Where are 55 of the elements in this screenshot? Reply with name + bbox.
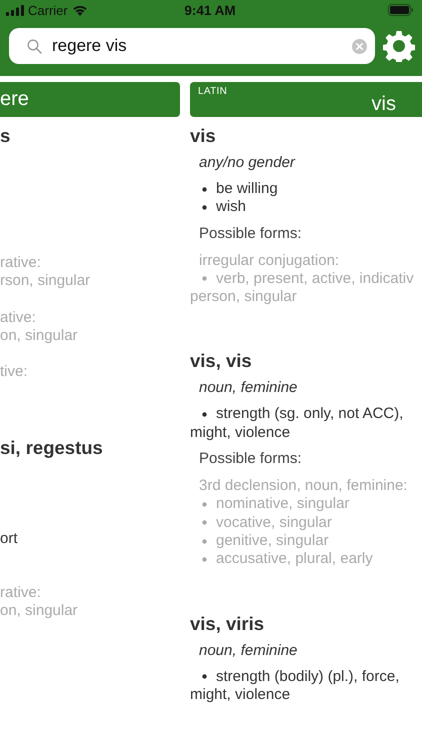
form-group-title: 3rd declension, noun, feminine: <box>199 477 408 494</box>
bullet-icon <box>202 674 207 680</box>
entry-heading: vis <box>190 125 216 146</box>
wifi-icon <box>72 4 88 16</box>
form-text: nominative, singular <box>216 495 350 512</box>
form-group-title: irregular conjugation: <box>199 252 340 269</box>
definition-text: might, violence <box>190 424 290 441</box>
grammar-label: noun, feminine <box>199 379 298 396</box>
definition-text: strength (bodily) (pl.), force, <box>216 668 400 685</box>
bullet-icon <box>202 538 207 544</box>
form-text: genitive, singular <box>216 532 329 549</box>
form-text: tive: <box>0 363 28 380</box>
bullet-icon <box>202 412 207 418</box>
definition-text: ort <box>0 530 18 547</box>
word-header[interactable]: LATIN vis <box>190 82 422 117</box>
entry-heading: s <box>0 125 10 146</box>
bullet-icon <box>202 204 207 210</box>
form-text: rson, singular <box>0 272 90 289</box>
definition-text: might, violence <box>190 686 290 703</box>
settings-icon[interactable] <box>383 30 415 62</box>
form-text: ative: <box>0 309 36 326</box>
forms-label: Possible forms: <box>199 450 302 468</box>
search-query: regere vis <box>52 36 128 56</box>
form-text: rative: <box>0 584 41 601</box>
entry-heading: vis, viris <box>190 612 264 634</box>
bullet-icon <box>202 520 207 526</box>
form-text: verb, present, active, indicativ <box>216 270 414 287</box>
form-text: person, singular <box>190 288 297 306</box>
entry-heading: si, regestus <box>0 437 103 458</box>
form-text: on, singular <box>0 327 78 344</box>
status-time: 9:41 AM <box>184 2 236 18</box>
form-text: accusative, plural, early <box>216 550 373 568</box>
grammar-label: any/no gender <box>199 154 295 171</box>
language-label: LATIN <box>198 86 228 99</box>
entry-heading: vis, vis <box>190 350 252 372</box>
carrier-label: Carrier <box>28 2 68 18</box>
grammar-label: noun, feminine <box>199 642 298 659</box>
definition-text: wish <box>216 198 246 216</box>
forms-label: Possible forms: <box>199 224 302 242</box>
definition-text: be willing <box>216 180 278 197</box>
header-word: vis <box>372 93 396 117</box>
form-text: on, singular <box>0 602 78 619</box>
search-icon <box>27 38 42 54</box>
bullet-icon <box>202 502 207 507</box>
header-word: ere <box>0 88 29 111</box>
bullet-icon <box>202 556 207 562</box>
form-text: vocative, singular <box>216 514 332 531</box>
battery-icon <box>388 4 414 16</box>
form-text: rative: <box>0 254 41 271</box>
bullet-icon <box>202 276 207 282</box>
signal-icon <box>6 4 24 16</box>
word-header[interactable]: ere <box>0 82 180 117</box>
search-field[interactable]: regere vis <box>9 28 375 64</box>
definition-text: strength (sg. only, not ACC), <box>216 405 404 422</box>
bullet-icon <box>202 186 207 192</box>
